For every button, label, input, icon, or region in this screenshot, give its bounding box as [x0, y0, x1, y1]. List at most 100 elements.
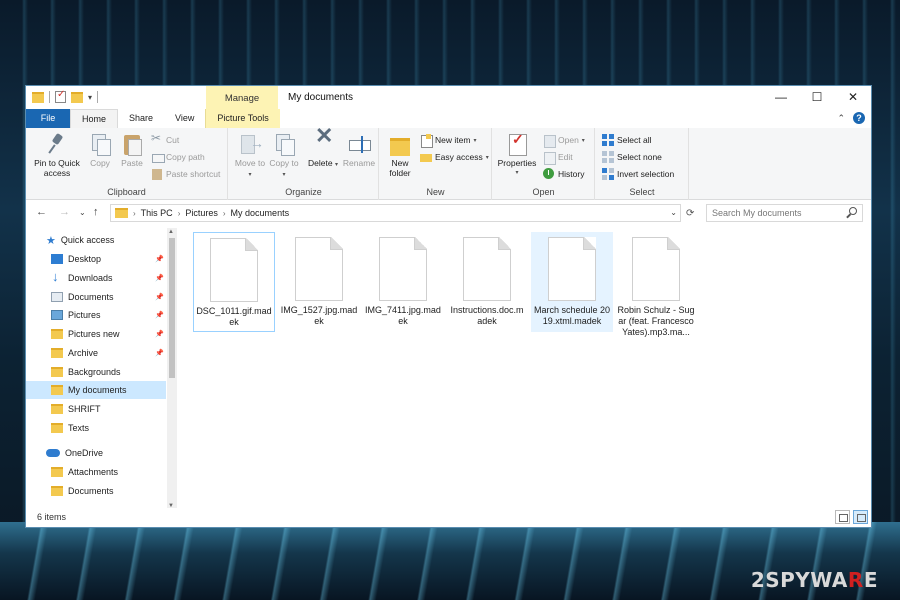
refresh-icon[interactable]: ⟳: [686, 208, 694, 219]
open-button[interactable]: Open ▾: [543, 134, 585, 148]
select-none-button[interactable]: Select none: [602, 151, 662, 163]
cut-button[interactable]: Cut: [151, 131, 179, 146]
maximize-button[interactable]: ☐: [799, 86, 835, 109]
rename-button[interactable]: Rename: [342, 132, 376, 168]
properties-label: Properties: [497, 158, 537, 168]
pin-to-quick-access-button[interactable]: Pin to Quick access: [29, 132, 85, 178]
status-bar: 6 items: [26, 508, 871, 527]
new-item-icon: [420, 134, 433, 148]
tab-file[interactable]: File: [26, 109, 70, 128]
nav-onedrive[interactable]: OneDrive: [26, 444, 166, 462]
edit-label: Edit: [558, 152, 573, 162]
copy-button[interactable]: Copy: [86, 132, 114, 168]
invert-selection-button[interactable]: Invert selection: [602, 168, 674, 180]
file-item[interactable]: IMG_1527.jpg.madek: [278, 232, 360, 332]
blank-file-icon: [210, 238, 258, 302]
forward-arrow-icon[interactable]: →: [59, 206, 70, 218]
file-item[interactable]: Robin Schulz - Sugar (feat. Francesco Ya…: [615, 232, 697, 356]
edit-button[interactable]: Edit: [543, 151, 573, 165]
breadcrumb-this-pc[interactable]: This PC: [141, 208, 173, 218]
select-none-icon: [602, 151, 614, 163]
organize-group: Move to ▾ Copy to ▾ Delete ▾ Rename Orga…: [229, 128, 379, 200]
search-input[interactable]: Search My documents: [706, 204, 863, 222]
nav-item-desktop[interactable]: Desktop 📌: [26, 250, 166, 268]
properties-icon[interactable]: [55, 89, 66, 103]
scrollbar-thumb[interactable]: [169, 238, 175, 378]
address-dropdown-icon[interactable]: ⌄: [670, 208, 677, 217]
properties-button[interactable]: Properties ▾: [496, 132, 538, 178]
new-item-button[interactable]: New item ▾: [420, 134, 476, 148]
breadcrumb-pictures[interactable]: Pictures: [185, 208, 218, 218]
nav-item-backgrounds[interactable]: Backgrounds: [26, 363, 166, 381]
folder-icon: [51, 423, 63, 433]
nav-item-shrift[interactable]: SHRIFT: [26, 400, 166, 418]
folder-icon[interactable]: [32, 91, 44, 103]
copy-path-button[interactable]: Copy path: [151, 151, 205, 163]
pin-icon: 📌: [155, 312, 164, 319]
file-item[interactable]: March schedule 2019.xtml.madek: [531, 232, 613, 332]
copy-to-button[interactable]: Copy to ▾: [268, 132, 300, 180]
tab-home[interactable]: Home: [70, 109, 119, 128]
manage-tab[interactable]: Manage: [206, 86, 278, 109]
move-to-button[interactable]: Move to ▾: [234, 132, 266, 180]
delete-button[interactable]: Delete ▾: [307, 131, 339, 170]
breadcrumb-my-documents[interactable]: My documents: [231, 208, 290, 218]
large-icons-view-icon[interactable]: [853, 510, 868, 524]
paste-button[interactable]: Paste: [118, 132, 146, 168]
desktop-icon: [51, 254, 63, 264]
tab-picture-tools[interactable]: Picture Tools: [205, 109, 280, 128]
paste-shortcut-button[interactable]: Paste shortcut: [151, 168, 220, 180]
easy-access-button[interactable]: Easy access ▾: [420, 151, 489, 163]
toolbar-separator: [49, 91, 50, 103]
nav-item-label: Archive: [68, 348, 99, 358]
nav-item-documents[interactable]: Documents 📌: [26, 288, 166, 306]
open-group-label: Open: [532, 187, 555, 197]
select-all-label: Select all: [617, 135, 652, 145]
back-arrow-icon[interactable]: ←: [36, 206, 47, 218]
tab-share[interactable]: Share: [118, 109, 164, 128]
navigation-scrollbar[interactable]: ▲ ▼: [167, 228, 177, 510]
file-item[interactable]: Instructions.doc.madek: [446, 232, 528, 332]
open-icon: [543, 134, 556, 148]
new-folder-label: New folder: [389, 158, 411, 178]
history-button[interactable]: History: [543, 168, 584, 180]
address-field[interactable]: › This PC › Pictures › My documents ⌄: [110, 204, 681, 222]
folder-icon: [388, 132, 412, 156]
file-item[interactable]: IMG_7411.jpg.madek: [362, 232, 444, 332]
rename-icon: [347, 132, 371, 156]
nav-item-onedrive-documents[interactable]: Documents: [26, 482, 166, 500]
search-icon: [849, 207, 857, 215]
easy-access-dropdown-icon: ▾: [485, 154, 489, 161]
nav-item-pictures-new[interactable]: Pictures new 📌: [26, 325, 166, 343]
nav-item-archive[interactable]: Archive 📌: [26, 344, 166, 362]
help-icon[interactable]: ?: [853, 112, 865, 124]
blank-file-icon: [379, 237, 427, 301]
file-name: IMG_1527.jpg.madek: [280, 305, 358, 326]
nav-item-pictures[interactable]: Pictures 📌: [26, 306, 166, 324]
new-folder-icon[interactable]: [71, 91, 83, 103]
tab-view[interactable]: View: [164, 109, 205, 128]
customize-toolbar-icon[interactable]: ▾: [88, 93, 92, 102]
new-item-label: New item: [435, 135, 471, 145]
nav-quick-access[interactable]: ★ Quick access: [26, 231, 166, 249]
nav-item-my-documents[interactable]: My documents: [26, 381, 166, 399]
minimize-button[interactable]: —: [763, 86, 799, 109]
ribbon-collapse-icon[interactable]: ⌃: [837, 113, 845, 124]
up-arrow-icon[interactable]: ↑: [93, 206, 99, 218]
nav-item-label: Pictures new: [68, 329, 120, 339]
nav-item-label: Downloads: [68, 273, 113, 283]
nav-item-downloads[interactable]: Downloads 📌: [26, 269, 166, 287]
nav-item-attachments[interactable]: Attachments: [26, 463, 166, 481]
recent-locations-icon[interactable]: ⌄: [79, 208, 86, 217]
select-group: Select all Select none Invert selection …: [596, 128, 689, 200]
select-all-button[interactable]: Select all: [602, 134, 652, 146]
ribbon-tabs: File Home Share View Picture Tools: [26, 109, 871, 128]
scroll-up-icon[interactable]: ▲: [168, 229, 174, 235]
nav-item-texts[interactable]: Texts: [26, 419, 166, 437]
move-to-icon: [238, 132, 264, 156]
details-view-icon[interactable]: [835, 510, 850, 524]
edit-icon: [543, 151, 556, 165]
new-folder-button[interactable]: New folder: [383, 132, 417, 178]
close-button[interactable]: ✕: [835, 86, 871, 109]
file-item[interactable]: DSC_1011.gif.madek: [193, 232, 275, 332]
